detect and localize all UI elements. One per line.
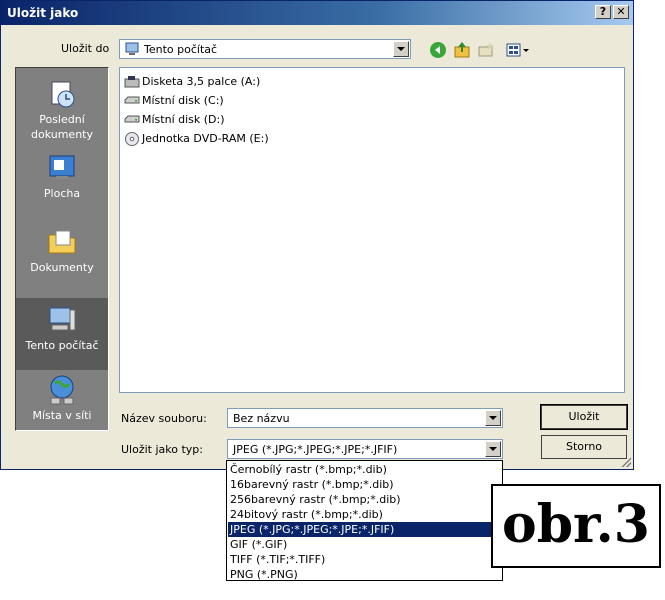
hard-drive-icon	[124, 96, 140, 104]
chevron-down-icon[interactable]	[485, 441, 501, 457]
place-label: Dokumenty	[30, 261, 94, 274]
dvd-drive-icon	[125, 132, 139, 146]
view-menu-icon[interactable]	[505, 41, 533, 59]
filetype-dropdown-list[interactable]: Černobílý rastr (*.bmp;*.dib) 16barevný …	[226, 460, 503, 581]
save-in-combo[interactable]: Tento počítač	[119, 39, 411, 59]
places-bar: Poslední dokumenty Plocha Dokumenty Tent…	[15, 67, 109, 431]
file-name: Jednotka DVD-RAM (E:)	[142, 132, 269, 145]
place-label: dokumenty	[31, 128, 93, 141]
back-icon[interactable]	[429, 41, 447, 59]
place-desktop[interactable]: Plocha	[16, 152, 108, 201]
file-name: Disketa 3,5 palce (A:)	[142, 75, 261, 88]
save-button[interactable]: Uložit	[540, 404, 628, 430]
filetype-value: JPEG (*.JPG;*.JPEG;*.JPE;*.JFIF)	[233, 443, 398, 456]
hard-drive-icon	[124, 115, 140, 123]
my-computer-icon	[49, 307, 76, 331]
filetype-label: Uložit jako typ:	[121, 443, 203, 456]
computer-icon	[125, 42, 139, 55]
recent-documents-icon	[51, 81, 75, 108]
dropdown-option-selected[interactable]: JPEG (*.JPG;*.JPEG;*.JPE;*.JFIF)	[228, 522, 501, 537]
place-label: Poslední	[39, 113, 85, 126]
dropdown-option[interactable]: GIF (*.GIF)	[228, 537, 501, 552]
place-network-places[interactable]: Místa v síti	[16, 374, 108, 423]
dialog-title: Uložit jako	[7, 6, 79, 20]
filename-value: Bez názvu	[233, 412, 290, 425]
place-my-computer[interactable]: Tento počítač	[16, 298, 108, 370]
my-documents-icon	[48, 230, 76, 254]
chevron-down-icon[interactable]	[485, 410, 501, 426]
file-list[interactable]: Disketa 3,5 palce (A:) Místní disk (C:) …	[119, 67, 625, 393]
close-button[interactable]: ✕	[613, 5, 629, 19]
place-label: Tento počítač	[25, 339, 99, 352]
new-folder-icon[interactable]	[477, 41, 495, 59]
help-button[interactable]: ?	[595, 5, 611, 19]
save-as-dialog: Uložit jako ? ✕ Uložit do Tento počítač	[0, 0, 634, 470]
floppy-drive-icon	[124, 76, 140, 88]
place-label: Místa v síti	[32, 409, 92, 422]
dropdown-option[interactable]: 24bitový rastr (*.bmp;*.dib)	[228, 507, 501, 522]
dropdown-option[interactable]: Černobílý rastr (*.bmp;*.dib)	[228, 462, 501, 477]
save-in-label: Uložit do	[61, 42, 110, 55]
file-name: Místní disk (D:)	[142, 113, 225, 126]
place-my-documents[interactable]: Dokumenty	[16, 226, 108, 275]
desktop-icon	[49, 155, 75, 179]
filetype-select[interactable]: JPEG (*.JPG;*.JPEG;*.JPE;*.JFIF)	[227, 439, 503, 459]
network-places-icon	[50, 375, 74, 405]
figure-caption: obr.3	[491, 484, 661, 568]
dropdown-option[interactable]: 256barevný rastr (*.bmp;*.dib)	[228, 492, 501, 507]
filename-label: Název souboru:	[121, 412, 207, 425]
resize-grip[interactable]	[619, 455, 631, 467]
file-name: Místní disk (C:)	[142, 94, 224, 107]
title-bar: Uložit jako ? ✕	[1, 1, 633, 25]
place-label: Plocha	[43, 187, 81, 200]
place-recent-documents[interactable]: Poslední dokumenty	[16, 78, 108, 142]
cancel-button[interactable]: Storno	[541, 435, 627, 459]
up-folder-icon[interactable]	[453, 41, 471, 59]
dropdown-option[interactable]: TIFF (*.TIF;*.TIFF)	[228, 552, 501, 567]
save-in-value: Tento počítač	[144, 43, 218, 56]
filename-input[interactable]: Bez názvu	[227, 408, 503, 428]
dropdown-option[interactable]: PNG (*.PNG)	[228, 567, 501, 582]
dropdown-option[interactable]: 16barevný rastr (*.bmp;*.dib)	[228, 477, 501, 492]
chevron-down-icon[interactable]	[393, 41, 409, 57]
